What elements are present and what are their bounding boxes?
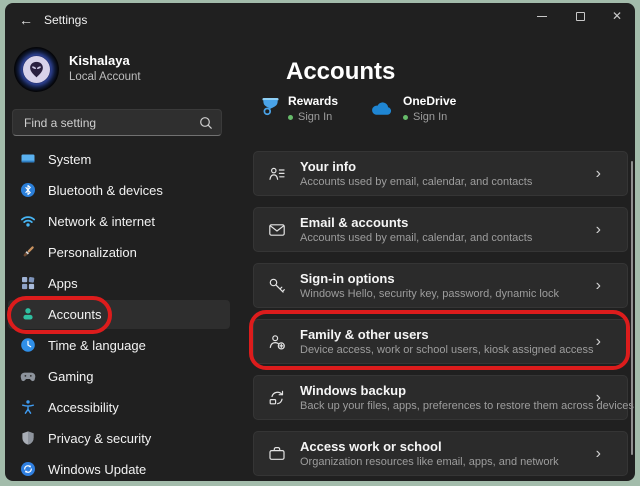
avatar xyxy=(14,47,59,92)
profile-account-type: Local Account xyxy=(69,71,141,83)
sidebar-item-accounts[interactable]: Accounts xyxy=(8,300,230,329)
card-title: Windows backup xyxy=(300,383,406,398)
backup-sync-icon xyxy=(267,388,287,408)
card-title: Email & accounts xyxy=(300,215,408,230)
status-dot-icon xyxy=(403,115,408,120)
selected-indicator xyxy=(8,307,11,322)
rewards-promo[interactable]: Rewards Sign In xyxy=(288,94,338,123)
card-title: Sign-in options xyxy=(300,271,395,286)
maximize-button[interactable] xyxy=(560,0,600,32)
bluetooth-icon xyxy=(20,182,36,198)
minimize-button[interactable] xyxy=(522,0,562,32)
sidebar-item-accessibility[interactable]: Accessibility xyxy=(8,393,230,422)
card-your-info[interactable]: Your info Accounts used by email, calend… xyxy=(253,151,628,196)
rewards-label: Rewards xyxy=(288,94,338,108)
envelope-icon xyxy=(267,220,287,240)
card-subtitle: Accounts used by email, calendar, and co… xyxy=(300,232,532,244)
card-subtitle: Windows Hello, security key, password, d… xyxy=(300,288,559,300)
chevron-right-icon: › xyxy=(596,388,601,408)
minimize-icon xyxy=(537,16,547,17)
onedrive-status[interactable]: Sign In xyxy=(403,111,456,123)
person-add-icon xyxy=(267,332,287,352)
search-input[interactable] xyxy=(22,110,192,135)
system-icon xyxy=(20,151,36,167)
close-icon: ✕ xyxy=(612,9,622,23)
card-signin-options[interactable]: Sign-in options Windows Hello, security … xyxy=(253,263,628,308)
chevron-right-icon: › xyxy=(596,444,601,464)
briefcase-icon xyxy=(267,444,287,464)
sidebar-item-label: System xyxy=(48,152,91,167)
accessibility-person-icon xyxy=(20,399,36,415)
sidebar-item-label: Gaming xyxy=(48,369,94,384)
card-title: Family & other users xyxy=(300,327,429,342)
sidebar-item-time-language[interactable]: Time & language xyxy=(8,331,230,360)
search-icon xyxy=(198,115,214,131)
profile-name: Kishalaya xyxy=(69,53,130,68)
card-subtitle: Back up your files, apps, preferences to… xyxy=(300,400,634,412)
card-title: Access work or school xyxy=(300,439,442,454)
shield-icon xyxy=(20,430,36,446)
rewards-icon xyxy=(259,95,282,118)
wifi-icon xyxy=(20,213,36,229)
card-title: Your info xyxy=(300,159,356,174)
card-subtitle: Organization resources like email, apps,… xyxy=(300,456,559,468)
sidebar-item-apps[interactable]: Apps xyxy=(8,269,230,298)
sidebar-item-label: Windows Update xyxy=(48,462,146,477)
sidebar-item-label: Accessibility xyxy=(48,400,119,415)
maximize-icon xyxy=(576,12,585,21)
window-title: Settings xyxy=(44,13,87,27)
back-button[interactable]: ← xyxy=(14,9,38,31)
search-box[interactable] xyxy=(12,109,222,136)
onedrive-icon xyxy=(368,99,395,117)
sidebar-item-label: Network & internet xyxy=(48,214,155,229)
card-windows-backup[interactable]: Windows backup Back up your files, apps,… xyxy=(253,375,628,420)
sidebar-item-system[interactable]: System xyxy=(8,145,230,174)
clock-icon xyxy=(20,337,36,353)
brush-icon xyxy=(20,244,36,260)
gamepad-icon xyxy=(20,368,36,384)
sidebar-item-label: Bluetooth & devices xyxy=(48,183,163,198)
apps-grid-icon xyxy=(20,275,36,291)
sidebar-item-bluetooth[interactable]: Bluetooth & devices xyxy=(8,176,230,205)
sidebar-item-personalization[interactable]: Personalization xyxy=(8,238,230,267)
card-family-other-users[interactable]: Family & other users Device access, work… xyxy=(253,319,628,364)
chevron-right-icon: › xyxy=(596,164,601,184)
chevron-right-icon: › xyxy=(596,276,601,296)
sidebar-item-privacy-security[interactable]: Privacy & security xyxy=(8,424,230,453)
sidebar-item-windows-update[interactable]: Windows Update xyxy=(8,455,230,484)
sidebar-item-gaming[interactable]: Gaming xyxy=(8,362,230,391)
page-title: Accounts xyxy=(286,58,395,86)
sidebar-item-label: Accounts xyxy=(48,307,101,322)
key-icon xyxy=(267,276,287,296)
card-subtitle: Accounts used by email, calendar, and co… xyxy=(300,176,532,188)
vertical-scrollbar[interactable] xyxy=(631,161,633,455)
contact-card-icon xyxy=(267,164,287,184)
sidebar-item-network[interactable]: Network & internet xyxy=(8,207,230,236)
status-dot-icon xyxy=(288,115,293,120)
card-access-work-school[interactable]: Access work or school Organization resou… xyxy=(253,431,628,476)
person-icon xyxy=(20,306,36,322)
card-subtitle: Device access, work or school users, kio… xyxy=(300,344,593,356)
sidebar-item-label: Privacy & security xyxy=(48,431,151,446)
sidebar-item-label: Apps xyxy=(48,276,78,291)
onedrive-label: OneDrive xyxy=(403,94,456,108)
sidebar-item-label: Personalization xyxy=(48,245,137,260)
onedrive-promo[interactable]: OneDrive Sign In xyxy=(403,94,456,123)
chevron-right-icon: › xyxy=(596,220,601,240)
rewards-status[interactable]: Sign In xyxy=(288,111,338,123)
update-arrows-icon xyxy=(20,461,36,477)
chevron-right-icon: › xyxy=(596,332,601,352)
alien-icon xyxy=(23,56,50,83)
close-button[interactable]: ✕ xyxy=(597,0,637,32)
screenshot-frame: ← Settings ✕ Kishalaya Local Account Sys… xyxy=(0,0,640,486)
card-email-accounts[interactable]: Email & accounts Accounts used by email,… xyxy=(253,207,628,252)
sidebar-item-label: Time & language xyxy=(48,338,146,353)
